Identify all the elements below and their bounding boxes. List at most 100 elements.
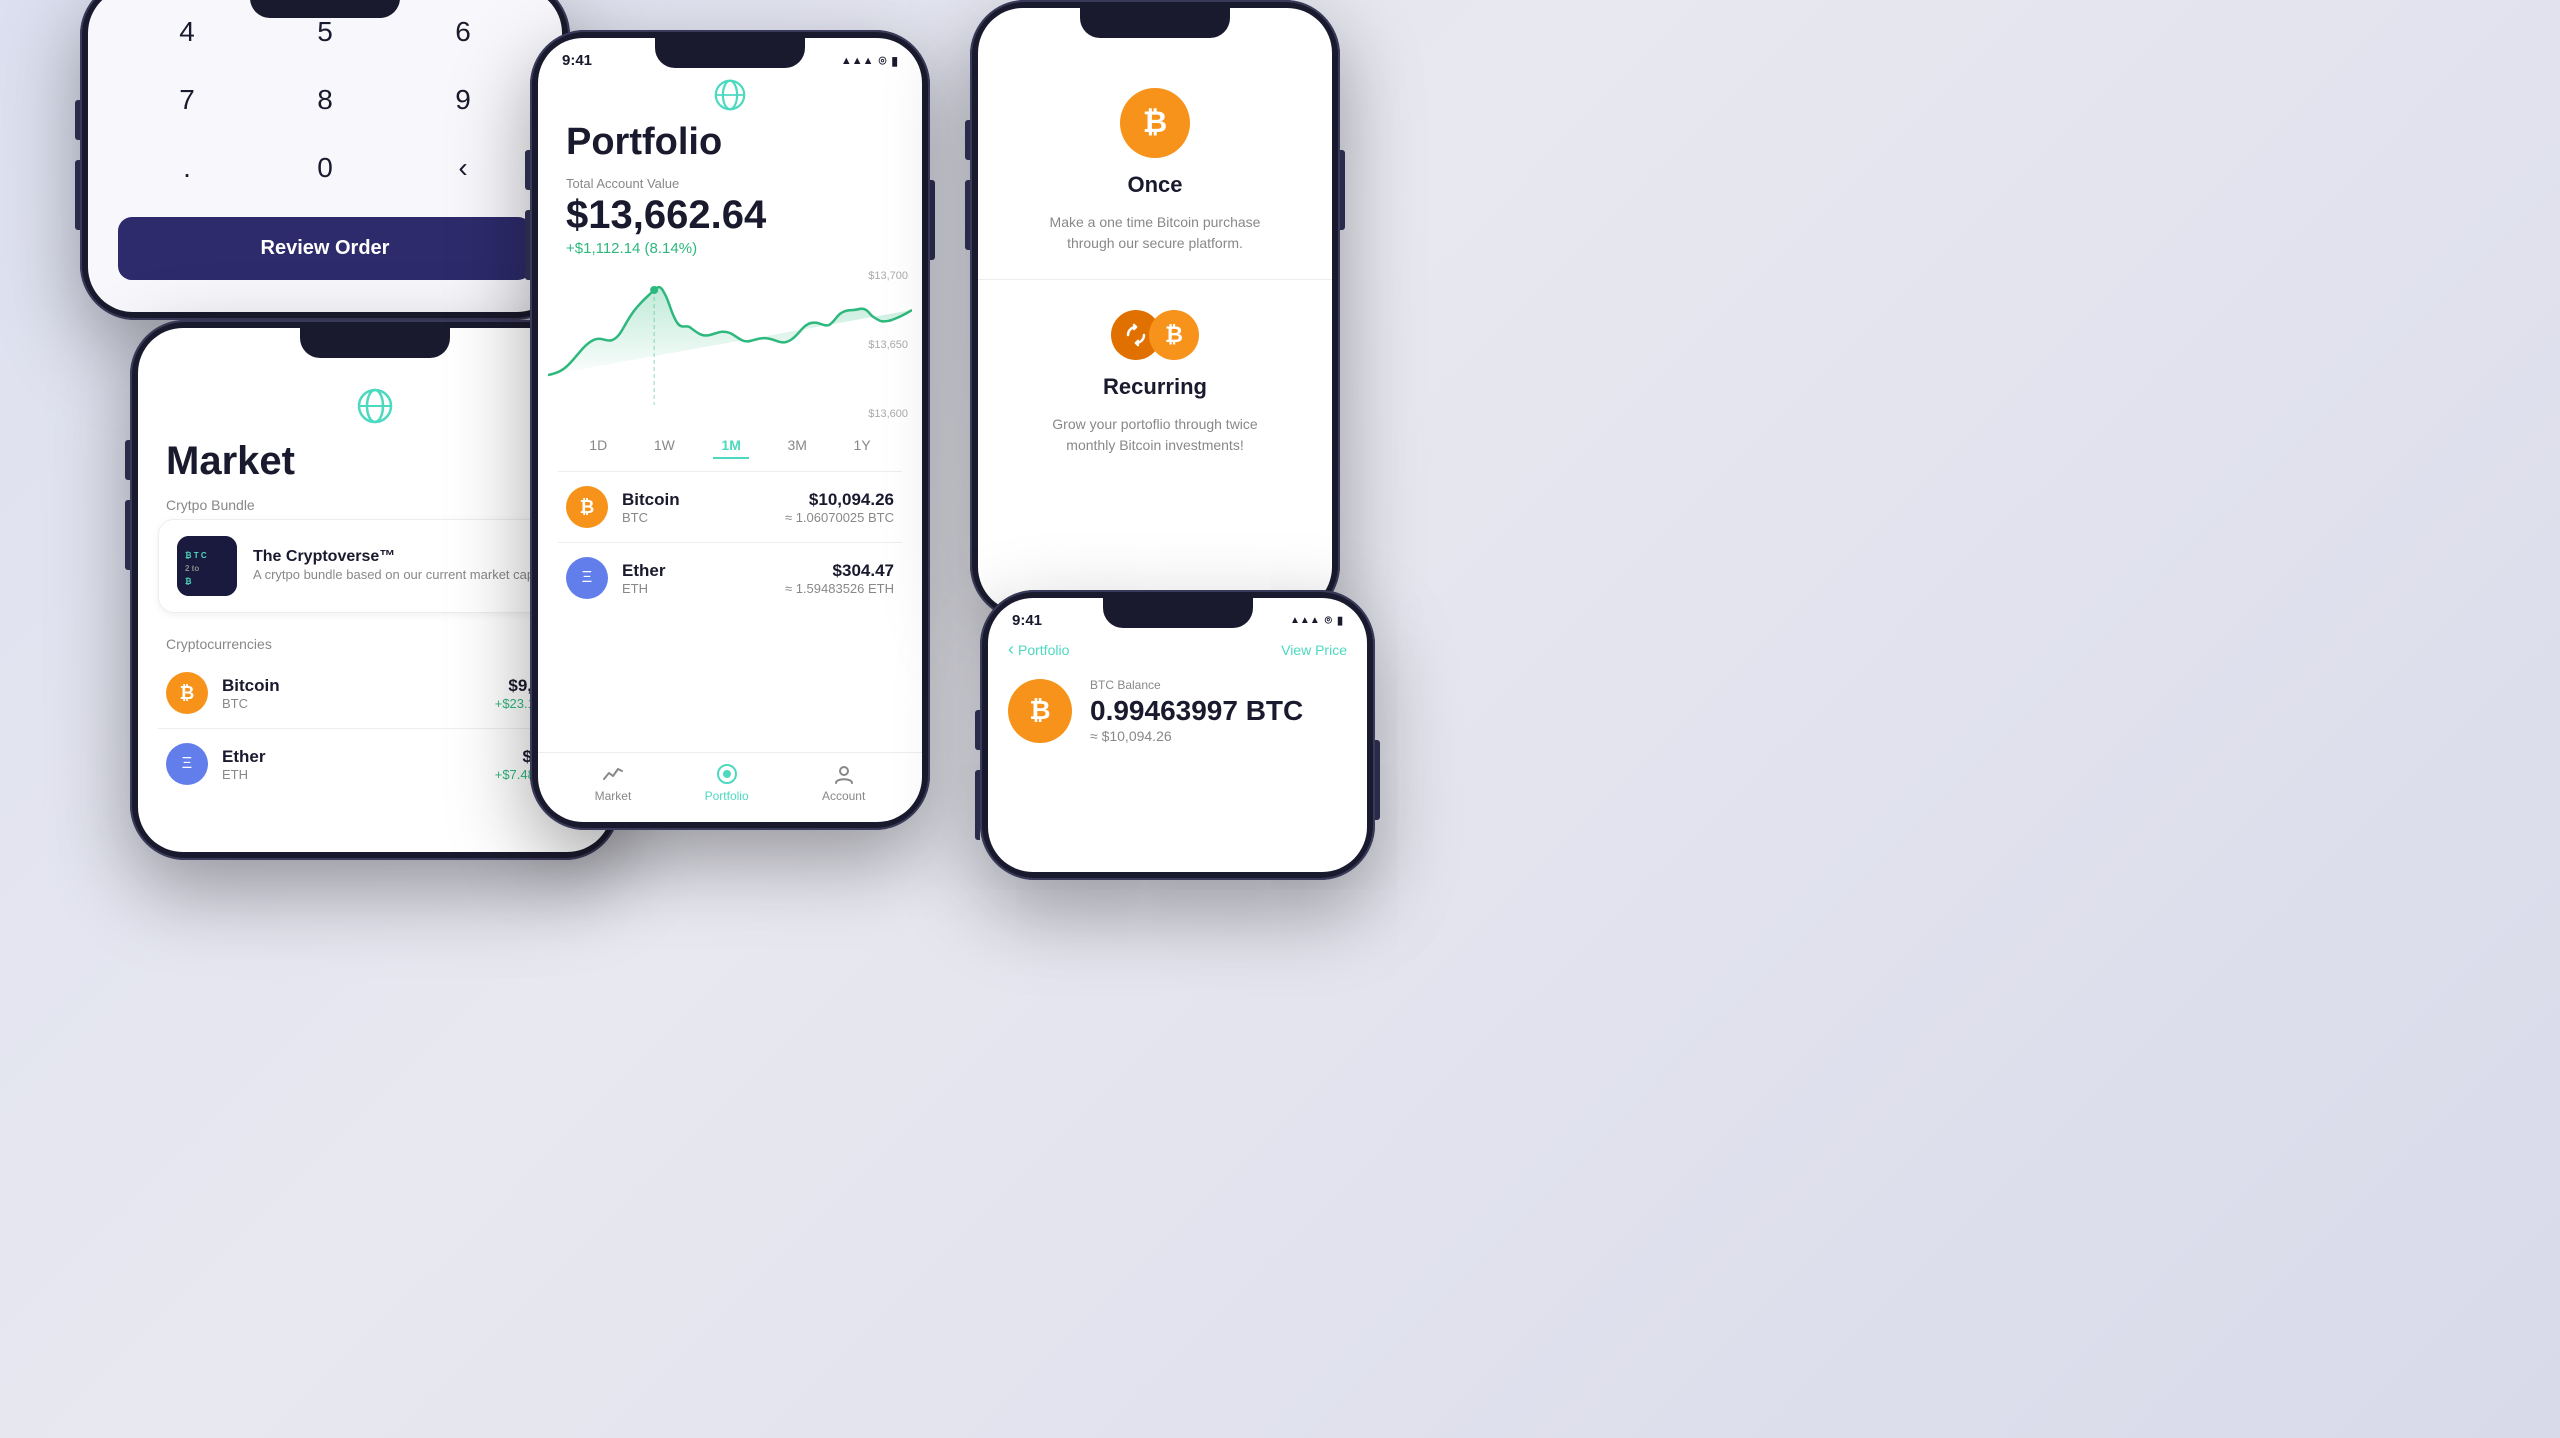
tab-1m[interactable]: 1M bbox=[713, 433, 748, 459]
eth-holding-price: $304.47 ≈ 1.59483526 ETH bbox=[785, 561, 894, 596]
total-account-value: $13,662.64 bbox=[538, 193, 922, 240]
key-8[interactable]: 8 bbox=[256, 66, 394, 134]
once-btc-icon: ₿ bbox=[1120, 88, 1190, 158]
bundle-name: The Cryptoverse™ bbox=[253, 548, 538, 566]
btc-icon: ₿ bbox=[566, 486, 608, 528]
btc-holding-amount: ≈ 1.06070025 BTC bbox=[785, 510, 894, 525]
btc-balance-usd: ≈ $10,094.26 bbox=[1090, 728, 1303, 744]
eth-holding-name: Ether bbox=[622, 561, 771, 581]
portfolio-title: Portfolio bbox=[538, 121, 922, 168]
phone-vol-down bbox=[965, 180, 970, 250]
btc-balance-value: 0.99463997 BTC bbox=[1090, 694, 1303, 728]
bundle-card[interactable]: ₿ T C 2 to ₿ The Cryptoverse™ A crytpo b… bbox=[158, 519, 592, 613]
svg-text:₿: ₿ bbox=[185, 577, 192, 586]
bundle-desc: A crytpo bundle based on our current mar… bbox=[253, 566, 538, 584]
purchase-once[interactable]: ₿ Once Make a one time Bitcoin purchase … bbox=[978, 58, 1332, 280]
nav-account[interactable]: Account bbox=[822, 763, 865, 803]
key-0[interactable]: 0 bbox=[256, 134, 394, 202]
eth-ticker: ETH bbox=[222, 767, 481, 782]
eth-holding-value: $304.47 bbox=[785, 561, 894, 581]
btc-balance-icon: ₿ bbox=[1008, 679, 1072, 743]
back-label: Portfolio bbox=[1018, 642, 1069, 658]
phone-vol-down bbox=[75, 160, 80, 230]
signal-icon: ▲▲▲ bbox=[1290, 615, 1320, 626]
nav-portfolio-label: Portfolio bbox=[705, 789, 749, 803]
key-dot[interactable]: . bbox=[118, 134, 256, 202]
chart-label-mid: $13,650 bbox=[868, 339, 908, 351]
time-display: 9:41 bbox=[1012, 612, 1042, 629]
notch bbox=[1080, 8, 1230, 38]
purchase-recurring[interactable]: ₿ Recurring Grow your portoflio through … bbox=[978, 280, 1332, 481]
btc-holding-price: $10,094.26 ≈ 1.06070025 BTC bbox=[785, 490, 894, 525]
tab-3m[interactable]: 3M bbox=[779, 433, 814, 459]
status-icons: ▲▲▲ ⌾ ▮ bbox=[841, 53, 898, 69]
nav-portfolio[interactable]: Portfolio bbox=[705, 763, 749, 803]
tab-1d[interactable]: 1D bbox=[581, 433, 615, 459]
back-arrow-icon: ‹ bbox=[1008, 639, 1014, 660]
btc-portfolio-row[interactable]: ₿ Bitcoin BTC $10,094.26 ≈ 1.06070025 BT… bbox=[538, 472, 922, 542]
notch bbox=[655, 38, 805, 68]
phone-power bbox=[1375, 740, 1380, 820]
bottom-nav: Market Portfolio Account bbox=[538, 752, 922, 822]
btc-detail-header: ‹ Portfolio View Price bbox=[988, 629, 1367, 668]
bundle-info: The Cryptoverse™ A crytpo bundle based o… bbox=[253, 548, 538, 584]
eth-holding-info: Ether ETH bbox=[622, 561, 771, 596]
btc-info: Bitcoin BTC bbox=[222, 676, 481, 711]
recurring-btc-icon: ₿ bbox=[1149, 310, 1199, 360]
btc-ticker: BTC bbox=[222, 696, 481, 711]
recurring-desc: Grow your portoflio through twice monthl… bbox=[1035, 414, 1275, 456]
chart-label-low: $13,600 bbox=[868, 408, 908, 420]
phone-vol-up bbox=[125, 440, 130, 480]
chart-labels: $13,700 $13,650 $13,600 bbox=[868, 265, 908, 425]
key-6[interactable]: 6 bbox=[394, 0, 532, 66]
once-desc: Make a one time Bitcoin purchase through… bbox=[1035, 212, 1275, 254]
btc-holding-ticker: BTC bbox=[622, 510, 771, 525]
chart-label-high: $13,700 bbox=[868, 270, 908, 282]
portfolio-nav-icon bbox=[716, 763, 738, 785]
eth-holding-amount: ≈ 1.59483526 ETH bbox=[785, 581, 894, 596]
phone-vol-up bbox=[75, 100, 80, 140]
btcbalance-screen: 9:41 ▲▲▲ ⌾ ▮ ‹ Portfolio View Price ₿ BT… bbox=[988, 598, 1367, 872]
phone-power bbox=[930, 180, 935, 260]
svg-text:2 to: 2 to bbox=[185, 564, 199, 573]
btc-icon: ₿ bbox=[166, 672, 208, 714]
nav-market[interactable]: Market bbox=[595, 763, 632, 803]
wifi-icon: ⌾ bbox=[879, 53, 887, 69]
portfolio-chart: $13,700 $13,650 $13,600 bbox=[538, 265, 922, 425]
nav-account-label: Account bbox=[822, 789, 865, 803]
key-backspace[interactable]: ‹ bbox=[394, 134, 532, 202]
tab-1y[interactable]: 1Y bbox=[846, 433, 879, 459]
eth-portfolio-row[interactable]: Ξ Ether ETH $304.47 ≈ 1.59483526 ETH bbox=[538, 543, 922, 613]
eth-holding-ticker: ETH bbox=[622, 581, 771, 596]
btc-holding-name: Bitcoin bbox=[622, 490, 771, 510]
eth-icon: Ξ bbox=[166, 743, 208, 785]
tab-1w[interactable]: 1W bbox=[646, 433, 683, 459]
numpad-grid: 4 5 6 7 8 9 . 0 ‹ bbox=[88, 0, 562, 212]
review-order-button[interactable]: Review Order bbox=[118, 217, 532, 280]
phone-numpad: 4 5 6 7 8 9 . 0 ‹ Review Order bbox=[80, 0, 570, 320]
portfolio-screen: 9:41 ▲▲▲ ⌾ ▮ Portfolio Total Account Val… bbox=[538, 38, 922, 822]
key-7[interactable]: 7 bbox=[118, 66, 256, 134]
notch bbox=[300, 328, 450, 358]
phone-portfolio: 9:41 ▲▲▲ ⌾ ▮ Portfolio Total Account Val… bbox=[530, 30, 930, 830]
notch bbox=[250, 0, 400, 18]
phone-vol-down bbox=[975, 770, 980, 840]
eth-name: Ether bbox=[222, 747, 481, 767]
total-account-change: +$1,112.14 (8.14%) bbox=[538, 240, 922, 265]
chart-svg bbox=[548, 265, 912, 405]
back-button[interactable]: ‹ Portfolio bbox=[1008, 639, 1069, 660]
status-icons: ▲▲▲ ⌾ ▮ bbox=[1290, 613, 1343, 628]
phone-vol-up bbox=[975, 710, 980, 750]
eth-icon: Ξ bbox=[566, 557, 608, 599]
btc-balance-section: ₿ BTC Balance 0.99463997 BTC ≈ $10,094.2… bbox=[988, 668, 1367, 754]
key-4[interactable]: 4 bbox=[118, 0, 256, 66]
recurring-icons: ₿ bbox=[1111, 310, 1199, 360]
market-nav-icon bbox=[602, 763, 624, 785]
view-price-button[interactable]: View Price bbox=[1281, 642, 1347, 658]
eth-info: Ether ETH bbox=[222, 747, 481, 782]
bundle-image: ₿ T C 2 to ₿ bbox=[177, 536, 237, 596]
phone-vol-down bbox=[525, 210, 530, 280]
chart-time-tabs: 1D 1W 1M 3M 1Y bbox=[538, 425, 922, 471]
battery-icon: ▮ bbox=[1337, 614, 1343, 627]
key-9[interactable]: 9 bbox=[394, 66, 532, 134]
